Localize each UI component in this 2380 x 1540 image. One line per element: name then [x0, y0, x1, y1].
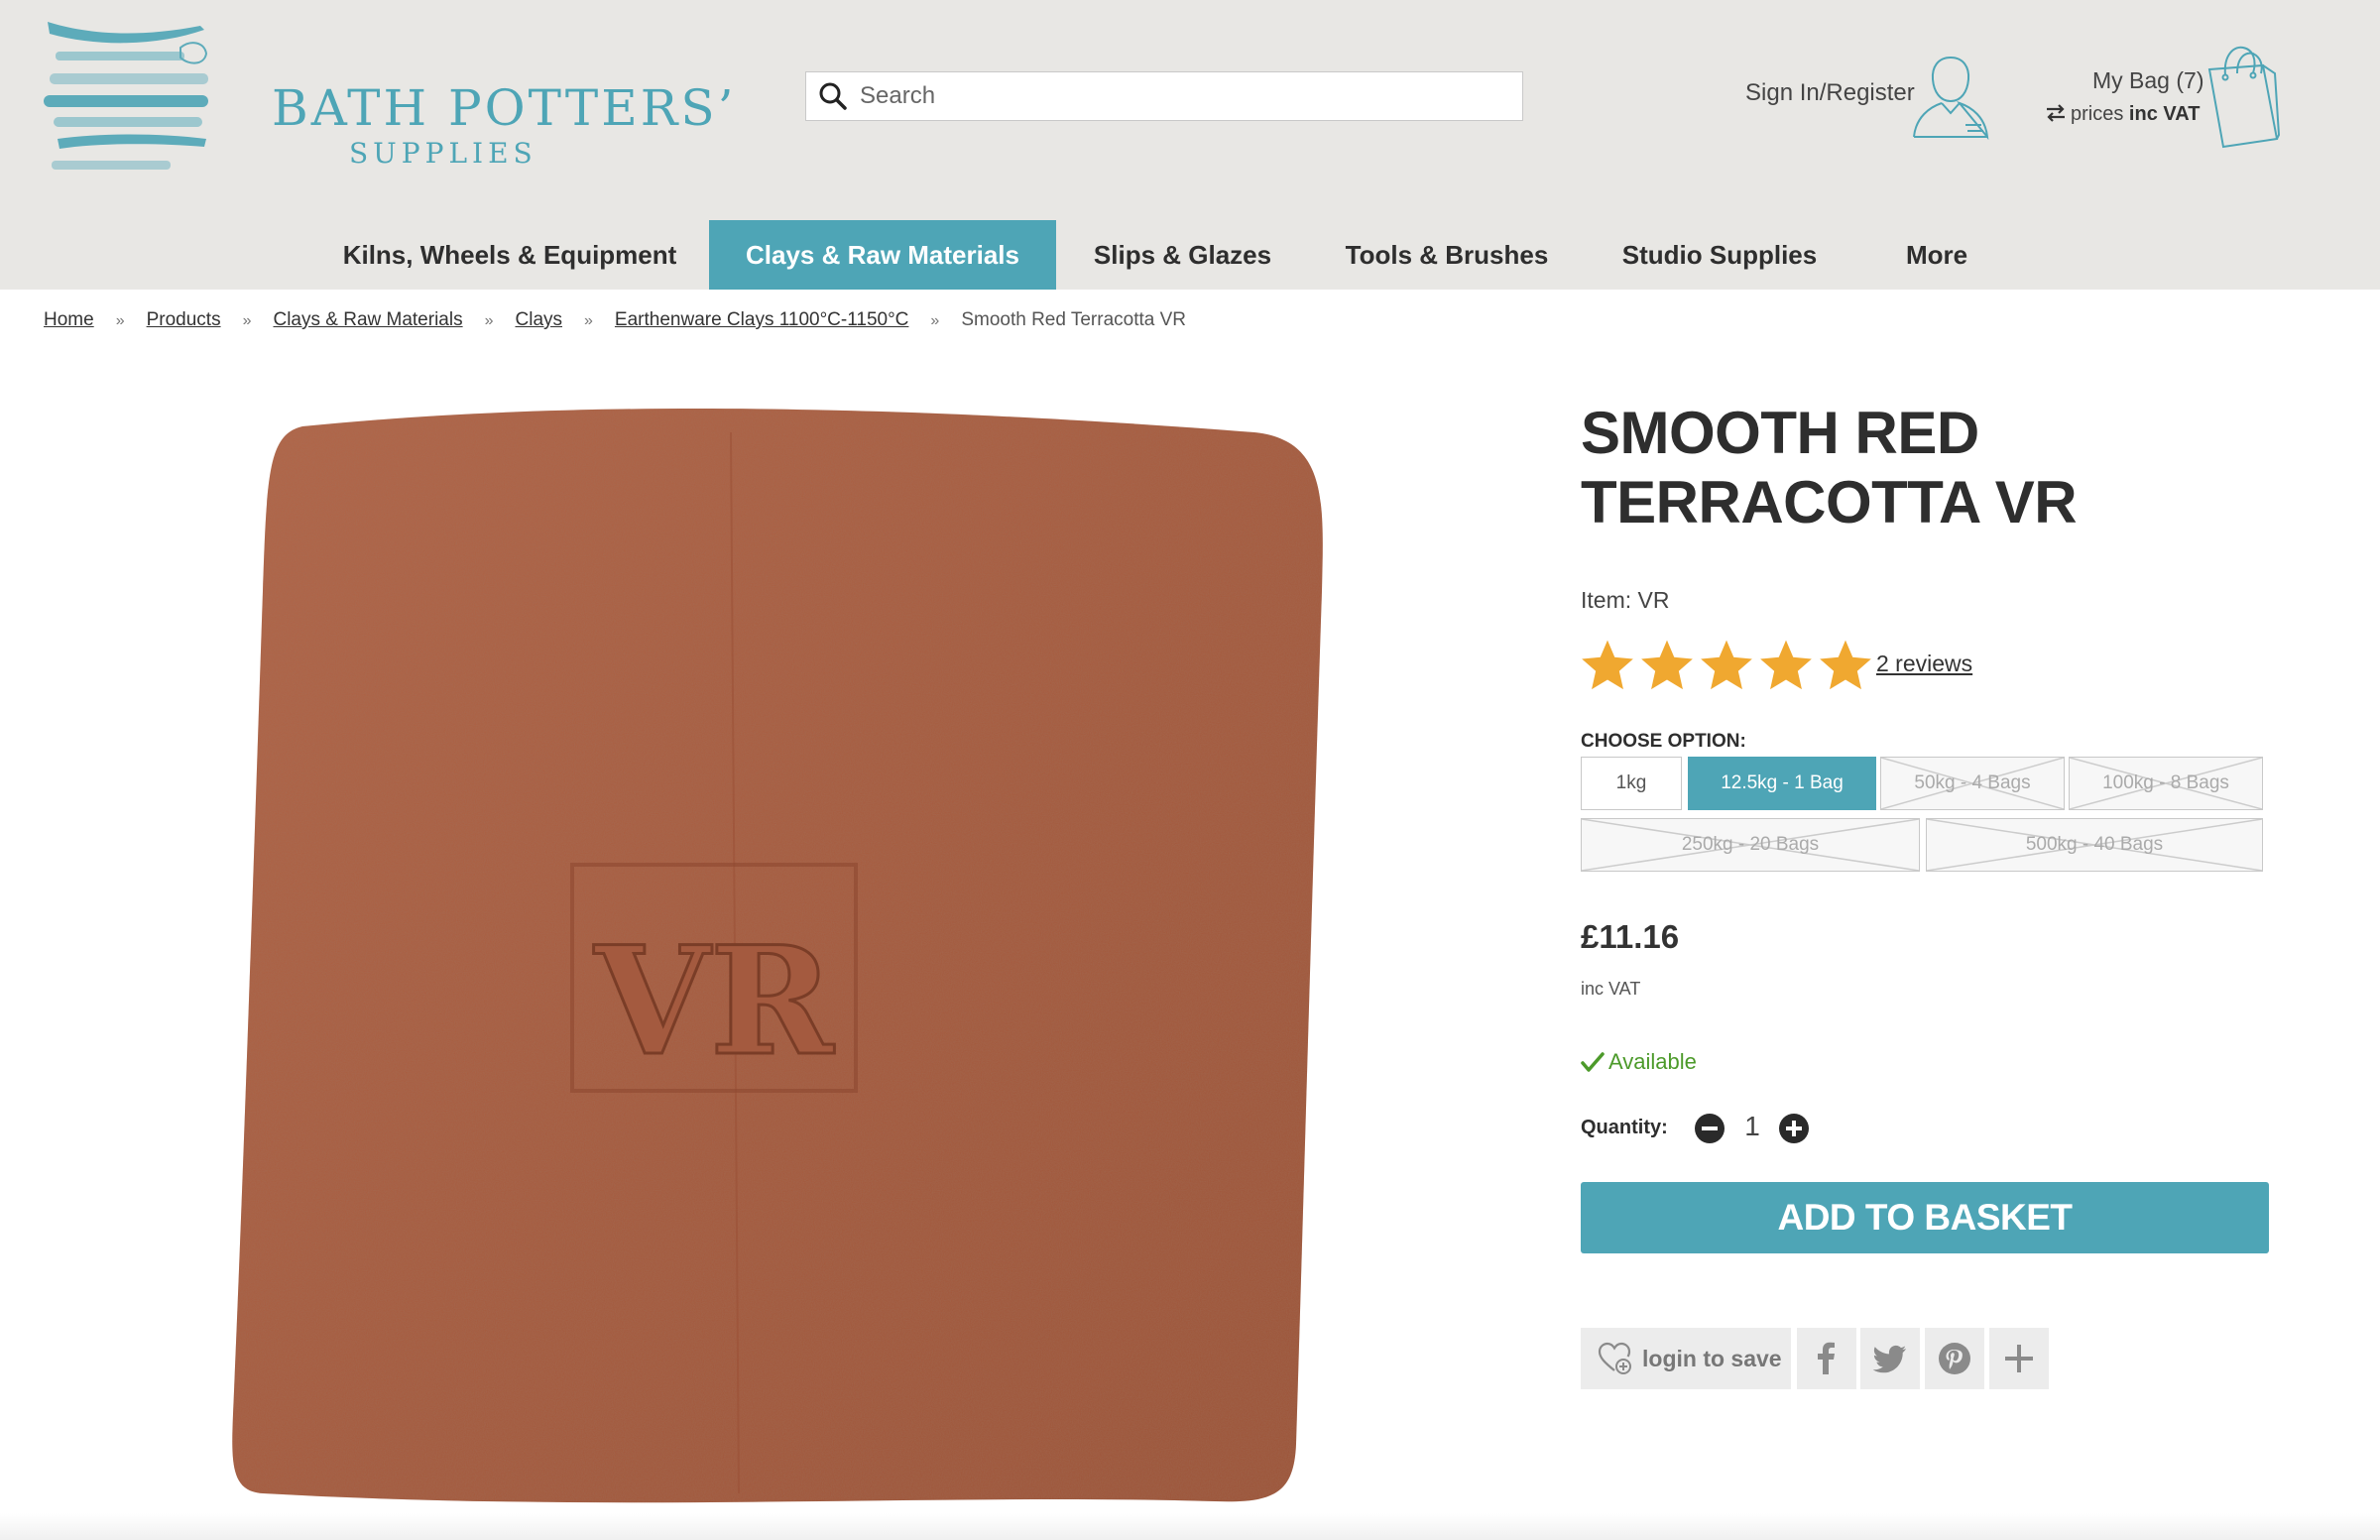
option-label: 50kg - 4 Bags — [1914, 772, 2031, 793]
availability-text: Available — [1608, 1049, 1697, 1074]
option-label: 250kg - 20 Bags — [1681, 834, 1820, 855]
site-logo[interactable]: BATH POTTERS’ SUPPLIES — [40, 18, 734, 181]
main-nav: Kilns, Wheels & Equipment Clays & Raw Ma… — [0, 220, 2380, 290]
nav-item-slips[interactable]: Slips & Glazes — [1081, 220, 1284, 290]
option-label: 12.5kg - 1 Bag — [1721, 772, 1844, 793]
search-bar — [805, 71, 1523, 121]
breadcrumb-earthenware[interactable]: Earthenware Clays 1100°C-1150°C — [615, 309, 908, 330]
add-to-basket-button[interactable]: ADD TO BASKET — [1581, 1182, 2269, 1253]
search-input[interactable] — [860, 82, 1494, 110]
price-vat-note: inc VAT — [1581, 979, 1641, 999]
share-pinterest-button[interactable] — [1925, 1328, 1984, 1389]
breadcrumb: Home » Products » Clays & Raw Materials » Clay… — [44, 309, 1186, 331]
option-label: 500kg - 40 Bags — [2025, 834, 2164, 855]
product-price: £11.16 — [1581, 918, 1680, 955]
nav-item-kilns[interactable]: Kilns, Wheels & Equipment — [335, 220, 684, 290]
option-250kg[interactable]: 250kg - 20 Bags — [1581, 818, 1920, 872]
option-500kg[interactable]: 500kg - 40 Bags — [1926, 818, 2263, 872]
nav-item-studio[interactable]: Studio Supplies — [1608, 220, 1831, 290]
nav-item-tools[interactable]: Tools & Brushes — [1339, 220, 1555, 290]
quantity-value[interactable]: 1 — [1737, 1111, 1767, 1142]
save-label: login to save — [1642, 1345, 1782, 1371]
page-bottom-edge — [0, 1513, 2380, 1540]
user-icon[interactable] — [1906, 52, 1995, 141]
vat-toggle[interactable]: prices inc VAT — [2045, 103, 2200, 126]
plus-icon — [2005, 1345, 2033, 1372]
swap-arrows-icon — [2047, 104, 2065, 122]
check-icon — [1581, 1052, 1605, 1072]
vat-value: inc VAT — [2128, 103, 2201, 125]
clay-stamp-text: VR — [593, 914, 834, 1089]
breadcrumb-home[interactable]: Home — [44, 309, 94, 330]
breadcrumb-separator: » — [242, 312, 252, 329]
quantity-label: Quantity: — [1581, 1117, 1668, 1138]
login-to-save-button[interactable]: login to save — [1581, 1328, 1791, 1389]
nav-item-clays[interactable]: Clays & Raw Materials — [709, 220, 1056, 290]
twitter-icon — [1872, 1345, 1906, 1373]
share-facebook-button[interactable] — [1797, 1328, 1856, 1389]
star-icon — [1820, 640, 1871, 690]
product-image: VR — [232, 409, 1323, 1503]
breadcrumb-separator: » — [584, 312, 593, 329]
product-title: SMOOTH RED TERRACOTTA VR — [1581, 400, 2078, 535]
vat-prefix: prices — [2071, 103, 2124, 125]
logo-tools-icon — [44, 22, 208, 170]
breadcrumb-clays-raw[interactable]: Clays & Raw Materials — [273, 309, 462, 330]
star-icon — [1760, 640, 1812, 690]
option-label: 1kg — [1615, 772, 1647, 793]
breadcrumb-separator: » — [115, 312, 125, 329]
star-icon — [1582, 640, 1633, 690]
logo-subtitle: SUPPLIES — [349, 137, 537, 170]
sign-in-link[interactable]: Sign In/Register — [1745, 79, 1915, 107]
reviews-link[interactable]: 2 reviews — [1876, 651, 1972, 677]
shopping-bag-icon[interactable] — [2203, 40, 2283, 151]
option-label: 100kg - 8 Bags — [2102, 772, 2229, 793]
my-bag-link[interactable]: My Bag (7) — [2092, 67, 2203, 94]
breadcrumb-current: Smooth Red Terracotta VR — [961, 309, 1187, 330]
item-code: Item: VR — [1581, 587, 1670, 613]
quantity-plus-icon[interactable] — [1778, 1113, 1810, 1144]
breadcrumb-products[interactable]: Products — [147, 309, 221, 330]
breadcrumb-separator: » — [484, 312, 494, 329]
pinterest-icon — [1939, 1343, 1970, 1374]
option-100kg[interactable]: 100kg - 8 Bags — [2069, 757, 2263, 810]
option-50kg[interactable]: 50kg - 4 Bags — [1880, 757, 2065, 810]
star-rating — [1579, 637, 1876, 694]
heart-plus-icon — [1598, 1342, 1631, 1374]
facebook-icon — [1818, 1342, 1835, 1374]
option-1kg[interactable]: 1kg — [1581, 757, 1682, 810]
logo-wordmark: BATH POTTERS’ — [272, 79, 737, 137]
share-twitter-button[interactable] — [1860, 1328, 1920, 1389]
option-12-5kg[interactable]: 12.5kg - 1 Bag — [1688, 757, 1876, 810]
breadcrumb-separator: » — [930, 312, 940, 329]
share-more-button[interactable] — [1989, 1328, 2049, 1389]
star-icon — [1701, 640, 1752, 690]
choose-option-label: CHOOSE OPTION: — [1581, 731, 1746, 752]
nav-item-more[interactable]: More — [1884, 220, 1989, 290]
site-header: BATH POTTERS’ SUPPLIES Sign In/Register … — [0, 0, 2380, 290]
breadcrumb-clays[interactable]: Clays — [516, 309, 563, 330]
search-icon[interactable] — [818, 81, 848, 111]
quantity-minus-icon[interactable] — [1694, 1113, 1726, 1144]
availability-status: Available — [1581, 1049, 1697, 1075]
star-icon — [1641, 640, 1693, 690]
